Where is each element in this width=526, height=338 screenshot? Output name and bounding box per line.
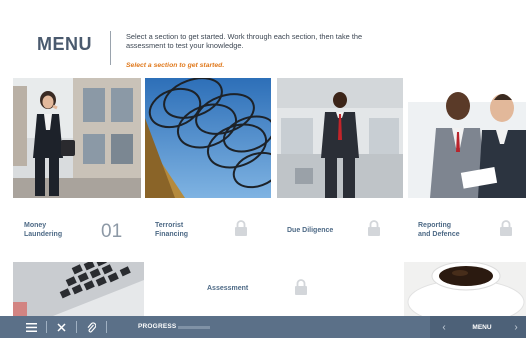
tile-label-line2: Laundering: [24, 231, 63, 238]
due-diligence-photo[interactable]: [277, 78, 403, 198]
lock-icon: [235, 220, 247, 236]
lock-icon: [500, 220, 512, 236]
page-title: MENU: [37, 34, 92, 54]
toolbar-divider: [76, 321, 77, 333]
tile-label-line2: and Defence: [418, 231, 460, 238]
coffee-photo: [404, 262, 526, 316]
header: MENU Select a section to get started. Wo…: [0, 0, 526, 78]
money-laundering-photo[interactable]: [13, 78, 141, 198]
prev-button[interactable]: ‹: [430, 316, 458, 338]
progress-label: PROGRESS: [138, 323, 177, 330]
lock-icon: [368, 220, 380, 236]
tile-number: 01: [101, 221, 123, 242]
laptop-photo: [13, 262, 144, 316]
tile-terrorist-financing[interactable]: Terrorist Financing: [155, 221, 188, 239]
menu-button[interactable]: MENU: [458, 316, 506, 338]
menu-icon[interactable]: [20, 316, 42, 338]
toolbar-divider: [106, 321, 107, 333]
title-divider: [110, 31, 111, 65]
intro-hint: Select a section to get started.: [126, 62, 225, 69]
toolbar-divider: [46, 321, 47, 333]
bottom-bar: PROGRESS ‹ MENU ›: [0, 316, 526, 338]
lock-icon: [295, 279, 307, 295]
assessment-label: Assessment: [207, 285, 249, 292]
reporting-and-defence-photo[interactable]: [408, 78, 526, 198]
close-icon[interactable]: [50, 316, 72, 338]
tile-label-line1: Money: [24, 222, 47, 229]
paperclip-icon[interactable]: [80, 316, 102, 338]
intro-text: Select a section to get started. Work th…: [126, 32, 363, 50]
tile-due-diligence[interactable]: Due Diligence: [287, 226, 333, 235]
next-button[interactable]: ›: [506, 316, 526, 338]
terrorist-financing-photo[interactable]: [145, 78, 271, 198]
tile-label-line1: Reporting: [418, 222, 452, 229]
progress-bar: [178, 326, 210, 329]
tile-reporting-and-defence[interactable]: Reporting and Defence: [418, 221, 460, 239]
tile-label-line1: Due Diligence: [287, 227, 334, 234]
assessment-tile[interactable]: Assessment: [207, 284, 248, 293]
tile-money-laundering[interactable]: Money Laundering: [24, 221, 62, 239]
tile-label-line2: Financing: [155, 231, 189, 238]
tile-label-line1: Terrorist: [155, 222, 184, 229]
